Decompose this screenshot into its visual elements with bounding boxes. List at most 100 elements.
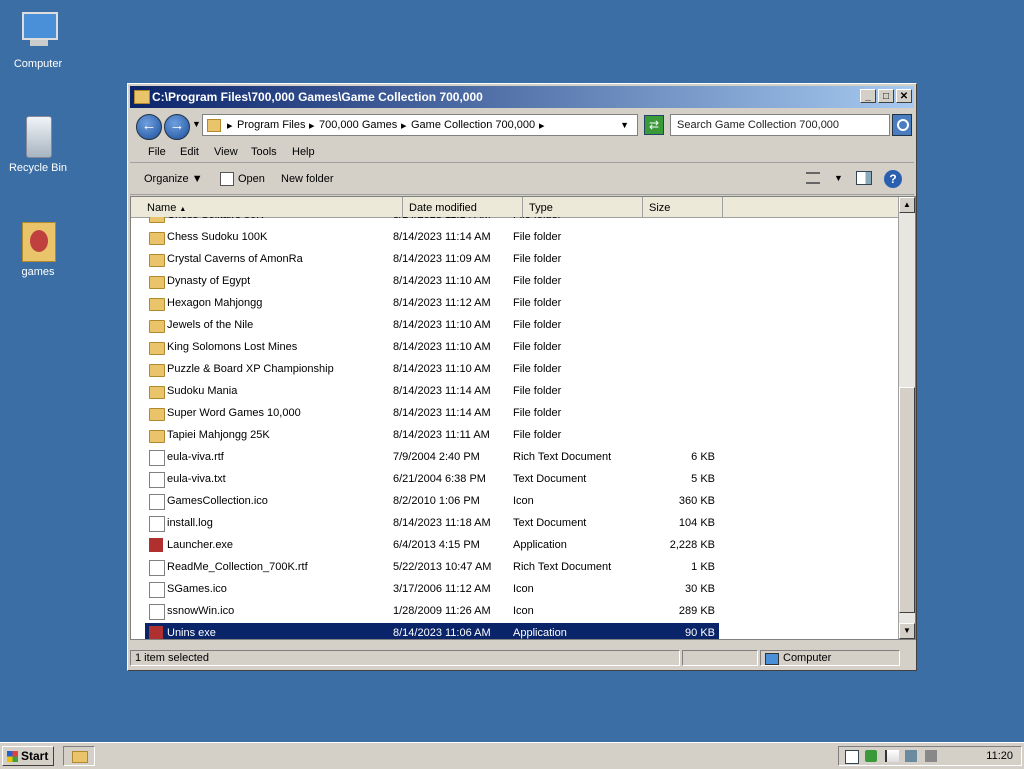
file-type: File folder xyxy=(513,297,562,309)
table-row[interactable]: Tapiei Mahjongg 25K 8/14/2023 11:11 AM Fil… xyxy=(145,425,719,447)
table-row[interactable]: Sudoku Mania 8/14/2023 11:14 AM File folde… xyxy=(145,381,719,403)
table-row[interactable]: Super Word Games 10,000 8/14/2023 11:14 A… xyxy=(145,403,719,425)
file-size: 5 KB xyxy=(691,473,715,485)
table-row[interactable]: eula-viva.rtf 7/9/2004 2:40 PM Rich Text D… xyxy=(145,447,719,469)
start-label: Start xyxy=(21,749,49,763)
title-bar[interactable]: C:\Program Files\700,000 Games\Game Coll… xyxy=(130,86,914,108)
table-row[interactable]: Puzzle & Board XP Championship 8/14/2023 … xyxy=(145,359,719,381)
column-header-date[interactable]: Date modified xyxy=(403,197,523,217)
back-arrow-icon[interactable]: ← xyxy=(136,114,162,140)
table-row[interactable]: Launcher.exe 6/4/2013 4:15 PM Application 2… xyxy=(145,535,719,557)
shield-icon[interactable] xyxy=(865,750,877,762)
table-row[interactable]: eula-viva.txt 6/21/2004 6:38 PM Text Docum… xyxy=(145,469,719,491)
open-button[interactable]: Open xyxy=(238,173,265,185)
file-date: 8/14/2023 11:18 AM xyxy=(393,517,491,529)
organize-label: Organize xyxy=(144,173,189,185)
column-header-type[interactable]: Type xyxy=(523,197,643,217)
menu-view[interactable]: View xyxy=(214,146,238,158)
file-date: 8/14/2023 11:12 AM xyxy=(393,297,491,309)
location-label: Computer xyxy=(783,652,832,664)
column-header-name[interactable]: Name ▲ xyxy=(141,197,403,217)
desktop-icon-computer[interactable]: Computer xyxy=(0,10,76,70)
breadcrumb-700000-games[interactable]: 700,000 Games xyxy=(319,119,397,131)
search-input[interactable]: Search Game Collection 700,000 xyxy=(670,114,890,136)
document-icon[interactable] xyxy=(845,750,859,764)
close-button[interactable]: ✕ xyxy=(896,89,912,103)
image-icon xyxy=(149,494,165,510)
scroll-down-arrow-icon[interactable]: ▼ xyxy=(899,623,915,639)
table-row[interactable]: ssnowWin.ico 1/28/2009 11:26 AM Icon 289 KB xyxy=(145,601,719,623)
column-label: Name xyxy=(147,202,177,214)
views-icon[interactable] xyxy=(806,172,820,184)
taskbar: Start 11:20 xyxy=(0,742,1024,769)
start-button[interactable]: Start xyxy=(2,746,54,766)
file-name: install.log xyxy=(167,517,213,529)
refresh-icon[interactable]: ⇄ xyxy=(644,115,664,135)
table-row[interactable]: Unins exe 8/14/2023 11:06 AM Application 90… xyxy=(144,622,720,639)
breadcrumb-game-collection[interactable]: Game Collection 700,000 xyxy=(411,119,535,131)
desktop-icon-label: games xyxy=(21,266,55,278)
table-row[interactable]: King Solomons Lost Mines 8/14/2023 11:10 … xyxy=(145,337,719,359)
file-type: Text Document xyxy=(513,473,587,485)
folder-icon xyxy=(149,364,165,377)
file-type: File folder xyxy=(513,407,562,419)
volume-muted-icon[interactable] xyxy=(925,750,937,762)
desktop-icon-recycle-bin[interactable]: Recycle Bin xyxy=(0,114,76,174)
file-name: Super Word Games 10,000 xyxy=(167,407,301,419)
status-selected: 1 item selected xyxy=(130,650,680,666)
file-date: 6/21/2004 6:38 PM xyxy=(393,473,486,485)
breadcrumb-separator: ▸ xyxy=(539,120,545,132)
breadcrumb-program-files[interactable]: Program Files xyxy=(237,119,305,131)
table-row[interactable]: Chess Sudoku 100K 8/14/2023 11:14 AM File … xyxy=(145,227,719,249)
folder-icon xyxy=(149,298,165,311)
new-folder-button[interactable]: New folder xyxy=(281,173,334,185)
network-icon[interactable] xyxy=(905,750,917,762)
forward-arrow-icon[interactable]: → xyxy=(164,114,190,140)
menu-file[interactable]: File xyxy=(148,146,166,158)
file-size: 360 KB xyxy=(678,495,715,507)
folder-icon xyxy=(149,408,165,421)
file-type: Application xyxy=(513,627,567,639)
menu-tools[interactable]: Tools xyxy=(251,146,277,158)
maximize-button[interactable]: □ xyxy=(878,89,894,103)
scroll-thumb[interactable] xyxy=(899,387,915,613)
desktop-icon-label: Computer xyxy=(13,58,63,70)
file-name: eula-viva.txt xyxy=(167,473,226,485)
table-row[interactable]: Crystal Caverns of AmonRa 8/14/2023 11:09… xyxy=(145,249,719,271)
scroll-up-arrow-icon[interactable]: ▲ xyxy=(899,197,915,213)
file-name: Chess Solitaire 50K xyxy=(167,217,264,221)
chevron-down-icon[interactable]: ▼ xyxy=(620,120,629,130)
table-row[interactable]: SGames.ico 3/17/2006 11:12 AM Icon 30 KB xyxy=(145,579,719,601)
table-row[interactable]: install.log 8/14/2023 11:18 AM Text Docume… xyxy=(145,513,719,535)
column-header-size[interactable]: Size xyxy=(643,197,723,217)
flag-icon[interactable] xyxy=(885,750,899,762)
table-row[interactable]: Hexagon Mahjongg 8/14/2023 11:12 AM File f… xyxy=(145,293,719,315)
file-size: 104 KB xyxy=(678,517,715,529)
help-icon[interactable]: ? xyxy=(884,170,902,188)
table-row[interactable]: Jewels of the Nile 8/14/2023 11:10 AM File… xyxy=(145,315,719,337)
table-row[interactable]: Dynasty of Egypt 8/14/2023 11:10 AM File f… xyxy=(145,271,719,293)
file-name: Unins exe xyxy=(167,627,216,639)
status-bar: 1 item selected Computer xyxy=(130,648,914,668)
chevron-down-icon[interactable]: ▼ xyxy=(192,119,201,129)
file-name: Crystal Caverns of AmonRa xyxy=(167,253,303,265)
clock[interactable]: 11:20 xyxy=(986,750,1013,762)
organize-button[interactable]: Organize ▼ xyxy=(144,173,203,185)
desktop-icon-games[interactable]: games xyxy=(0,218,76,278)
taskbar-explorer-button[interactable] xyxy=(63,746,95,766)
preview-pane-icon[interactable] xyxy=(856,171,872,185)
minimize-button[interactable]: _ xyxy=(860,89,876,103)
address-bar[interactable]: ▸ Program Files ▸ 700,000 Games ▸ Game C… xyxy=(202,114,638,136)
table-row[interactable]: Chess Solitaire 50K 8/14/2023 11:14 AM Fil… xyxy=(145,217,719,227)
menu-help[interactable]: Help xyxy=(292,146,315,158)
vertical-scrollbar[interactable]: ▲ ▼ xyxy=(898,197,915,639)
table-row[interactable]: ReadMe_Collection_700K.rtf 5/22/2013 10:4… xyxy=(145,557,719,579)
file-date: 8/14/2023 11:09 AM xyxy=(393,253,491,265)
table-row[interactable]: GamesCollection.ico 8/2/2010 1:06 PM Icon 3… xyxy=(145,491,719,513)
menu-edit[interactable]: Edit xyxy=(180,146,199,158)
search-icon[interactable] xyxy=(892,114,912,136)
chevron-down-icon[interactable]: ▼ xyxy=(834,173,843,183)
explorer-window: C:\Program Files\700,000 Games\Game Coll… xyxy=(127,83,917,671)
file-date: 8/14/2023 11:14 AM xyxy=(393,231,491,243)
folder-icon xyxy=(149,320,165,333)
